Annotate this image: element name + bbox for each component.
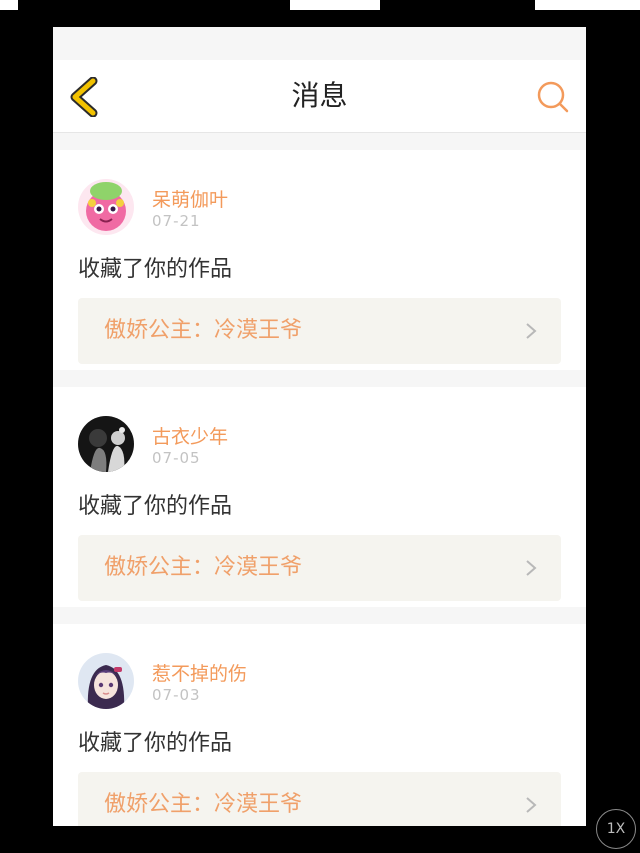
top-edge bbox=[290, 0, 380, 10]
message-date: 07-21 bbox=[152, 212, 201, 230]
user-name[interactable]: 古衣少年 bbox=[152, 422, 228, 449]
work-link[interactable]: 傲娇公主：冷漠王爷 bbox=[78, 535, 561, 601]
zoom-badge[interactable]: 1X bbox=[596, 809, 636, 849]
message-item: 呆萌伽叶 07-21 收藏了你的作品 傲娇公主：冷漠王爷 bbox=[53, 150, 586, 370]
chevron-right-icon bbox=[526, 797, 537, 813]
search-button[interactable] bbox=[536, 80, 570, 114]
divider bbox=[53, 607, 586, 624]
avatar[interactable] bbox=[78, 653, 134, 709]
message-item: 惹不掉的伤 07-03 收藏了你的作品 傲娇公主：冷漠王爷 bbox=[53, 624, 586, 826]
message-date: 07-03 bbox=[152, 686, 201, 704]
page-title: 消息 bbox=[291, 79, 348, 112]
work-title: 傲娇公主：冷漠王爷 bbox=[104, 318, 303, 343]
message-item: 古衣少年 07-05 收藏了你的作品 傲娇公主：冷漠王爷 bbox=[53, 387, 586, 607]
work-link[interactable]: 傲娇公主：冷漠王爷 bbox=[78, 298, 561, 364]
divider bbox=[53, 133, 586, 150]
user-name[interactable]: 呆萌伽叶 bbox=[152, 185, 228, 212]
message-action: 收藏了你的作品 bbox=[78, 257, 233, 282]
message-action: 收藏了你的作品 bbox=[78, 494, 233, 519]
top-edge bbox=[0, 0, 18, 10]
search-icon bbox=[537, 81, 569, 113]
chevron-right-icon bbox=[526, 323, 537, 339]
divider bbox=[53, 370, 586, 387]
status-strip bbox=[53, 27, 586, 60]
phone-screen: 消息 呆萌伽叶 07-21 收藏了你的作品 傲娇公主：冷漠王爷 古衣少年 07-… bbox=[53, 27, 586, 826]
work-link[interactable]: 傲娇公主：冷漠王爷 bbox=[78, 772, 561, 826]
chevron-right-icon bbox=[526, 560, 537, 576]
user-name[interactable]: 惹不掉的伤 bbox=[152, 659, 247, 686]
avatar[interactable] bbox=[78, 416, 134, 472]
message-date: 07-05 bbox=[152, 449, 201, 467]
navbar: 消息 bbox=[53, 60, 586, 133]
top-edge bbox=[535, 0, 640, 10]
avatar[interactable] bbox=[78, 179, 134, 235]
work-title: 傲娇公主：冷漠王爷 bbox=[104, 792, 303, 817]
work-title: 傲娇公主：冷漠王爷 bbox=[104, 555, 303, 580]
message-action: 收藏了你的作品 bbox=[78, 731, 233, 756]
